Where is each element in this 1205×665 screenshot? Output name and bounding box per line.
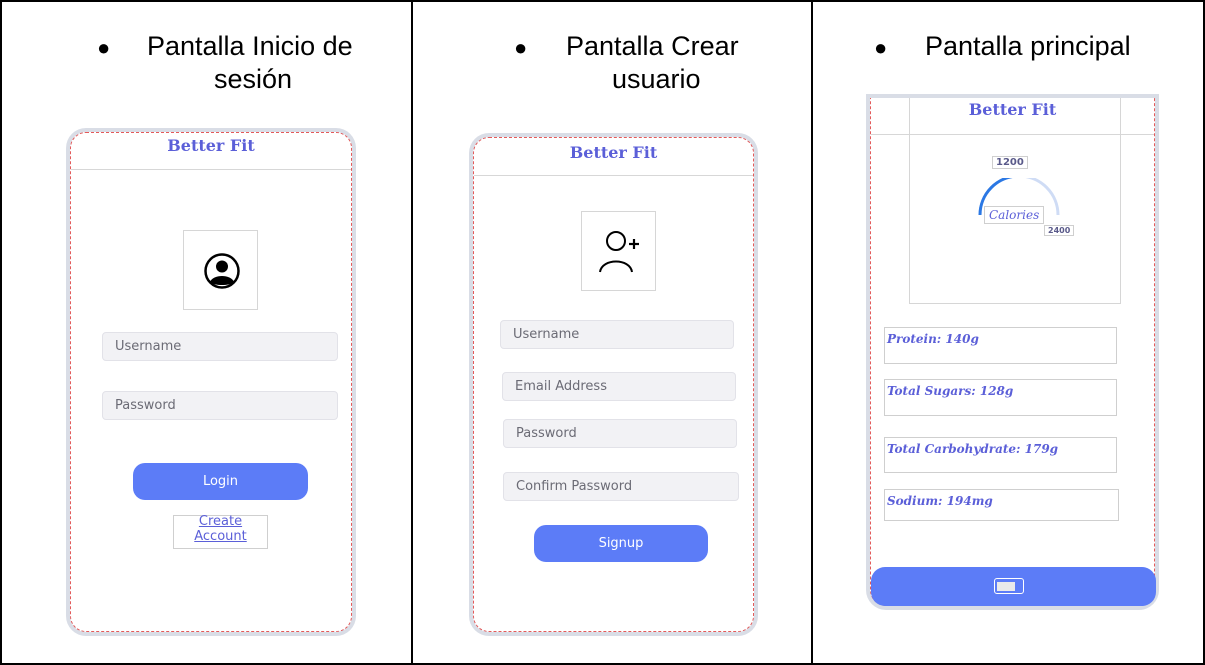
username-input[interactable]: Username [500, 320, 734, 349]
stat-label: Total Sugars: 128g [887, 384, 1014, 398]
password-input[interactable]: Password [102, 391, 338, 420]
signup-button[interactable]: Signup [534, 525, 708, 562]
stat-sugars: Total Sugars: 128g [884, 379, 1117, 416]
header-divider [474, 175, 753, 176]
header-divider [71, 169, 351, 170]
bullet: ● [874, 35, 888, 60]
signup-button-label: Signup [598, 536, 644, 551]
toggle-icon[interactable] [994, 578, 1024, 594]
heading-main: ● Pantalla principal [813, 2, 1205, 82]
password-placeholder: Password [115, 398, 176, 413]
calories-panel: 1200 Calories 2400 [909, 98, 1121, 304]
heading-signup: ● Pantalla Crear usuario [413, 2, 813, 102]
heading-line-2: usuario [612, 64, 701, 94]
toggle-knob [997, 582, 1015, 591]
bottom-nav-bar[interactable] [871, 567, 1156, 606]
calories-label: Calories [984, 206, 1045, 224]
create-account-link-box[interactable]: Create Account [173, 514, 268, 549]
stat-label: Protein: 140g [887, 332, 979, 346]
heading-line-1: Pantalla principal [925, 31, 1131, 61]
signup-screen-mock: Better Fit Username Email Address Passwo… [473, 137, 754, 632]
password-placeholder: Password [516, 426, 577, 441]
avatar [183, 230, 258, 310]
main-screen-mock: Better Fit 1200 Calories 2400 Protein: 1… [870, 98, 1156, 606]
username-input[interactable]: Username [102, 332, 338, 361]
stat-protein: Protein: 140g [884, 327, 1117, 364]
column-signup: ● Pantalla Crear usuario Better Fit User… [411, 2, 811, 663]
heading-line-2: sesión [214, 64, 293, 94]
email-input[interactable]: Email Address [502, 372, 736, 401]
bullet: ● [514, 35, 528, 60]
column-main: ● Pantalla principal Better Fit 1200 Cal… [811, 2, 1205, 663]
stat-carbohydrate: Total Carbohydrate: 179g [884, 437, 1117, 473]
confirm-password-placeholder: Confirm Password [516, 479, 633, 494]
calories-value: 1200 [992, 156, 1028, 169]
username-placeholder: Username [115, 339, 182, 354]
heading-login: ● Pantalla Inicio de sesión [2, 2, 411, 102]
email-placeholder: Email Address [515, 379, 607, 394]
login-button-label: Login [202, 474, 239, 489]
avatar [581, 211, 656, 291]
document-table: ● Pantalla Inicio de sesión Better Fit U… [0, 0, 1205, 665]
stat-sodium: Sodium: 194mg [884, 489, 1119, 521]
bullet: ● [97, 35, 111, 60]
heading-line-1: Pantalla Inicio de [147, 31, 353, 61]
stat-label: Sodium: 194mg [887, 494, 993, 508]
user-circle-icon [203, 252, 241, 295]
password-input[interactable]: Password [503, 419, 737, 448]
stat-label: Total Carbohydrate: 179g [887, 442, 1059, 456]
create-account-link[interactable]: Create Account [174, 514, 267, 544]
app-title: Better Fit [569, 143, 658, 162]
heading-line-1: Pantalla Crear [566, 31, 739, 61]
confirm-password-input[interactable]: Confirm Password [503, 472, 739, 501]
calories-goal: 2400 [1044, 225, 1075, 236]
login-button[interactable]: Login [133, 463, 308, 500]
app-title: Better Fit [167, 136, 255, 155]
login-screen-mock: Better Fit Username Password Login Creat… [70, 132, 352, 632]
user-add-icon [596, 226, 642, 281]
username-placeholder: Username [513, 327, 580, 342]
column-login: ● Pantalla Inicio de sesión Better Fit U… [2, 2, 411, 663]
